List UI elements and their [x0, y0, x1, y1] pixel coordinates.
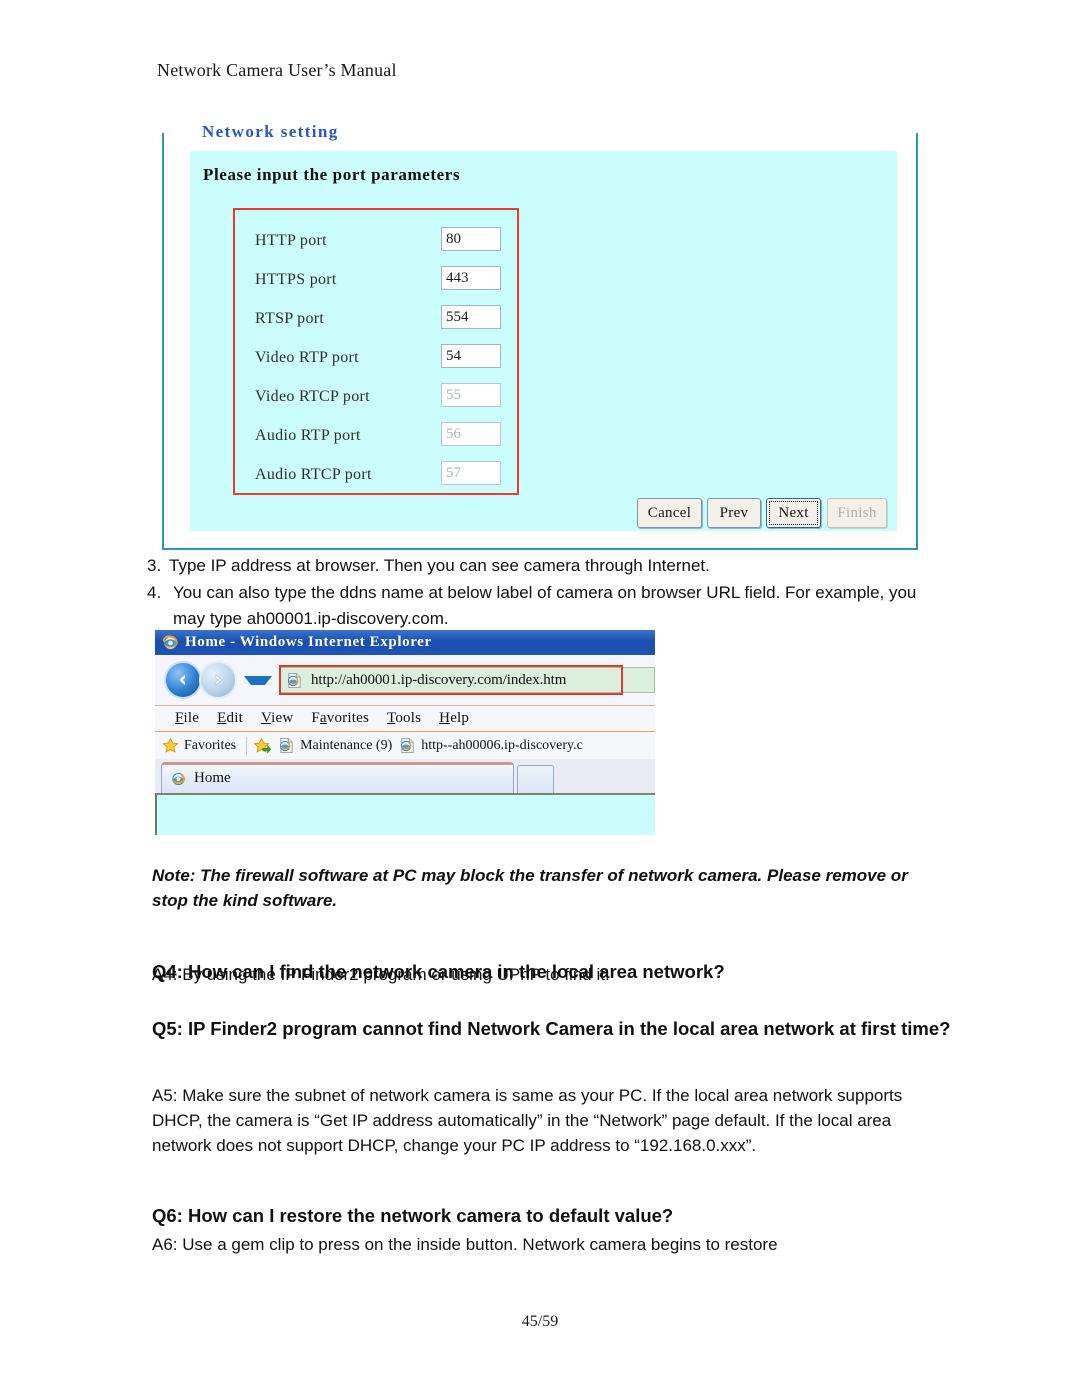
menu-item-tools[interactable]: Tools — [387, 710, 421, 727]
next-button[interactable]: Next — [766, 498, 821, 528]
step-3: 3. Type IP address at browser. Then you … — [147, 553, 947, 579]
favorites-item-ah00006[interactable]: http--ah00006.ip-discovery.c — [421, 738, 583, 754]
faq-question-q6: Q6: How can I restore the network camera… — [152, 1205, 674, 1226]
add-to-favorites-icon[interactable] — [253, 737, 272, 754]
favorites-separator — [246, 736, 248, 755]
video-rtp-port-input[interactable]: 54 — [441, 344, 501, 368]
step-3-number: 3. — [147, 556, 162, 575]
https-port-input[interactable]: 443 — [441, 266, 501, 290]
port-label-rtsp: RTSP port — [255, 310, 325, 327]
port-parameters-heading: Please input the port parameters — [203, 165, 461, 184]
favorites-star-icon[interactable] — [162, 737, 179, 754]
port-label-video-rtcp: Video RTCP port — [255, 388, 370, 405]
page-number: 45/59 — [521, 1313, 559, 1330]
ie-window-title: Home - Windows Internet Explorer — [185, 634, 432, 650]
rtsp-port-input[interactable]: 554 — [441, 305, 501, 329]
maintenance-folder-icon — [278, 737, 295, 754]
menu-item-file[interactable]: File — [175, 710, 199, 727]
faq-answer-a4: A4: By using the IP Finder2 program or u… — [152, 965, 610, 984]
step-3-text: Type IP address at browser. Then you can… — [169, 556, 710, 575]
ie-tab-bar: Home — [155, 759, 655, 793]
port-row-audio-rtcp: Audio RTCP port 57 — [235, 461, 517, 505]
firewall-note: Note: The firewall software at PC may bl… — [152, 866, 908, 910]
ie-title-bar: Home - Windows Internet Explorer — [155, 630, 655, 655]
menu-item-view[interactable]: View — [261, 710, 293, 727]
bookmark-page-icon — [399, 737, 416, 754]
port-label-video-rtp: Video RTP port — [255, 349, 359, 366]
audio-rtcp-port-input: 57 — [441, 461, 501, 485]
network-setting-legend: Network setting — [196, 122, 345, 142]
address-bar-url: http://ah00001.ip-discovery.com/index.ht… — [311, 671, 567, 688]
new-tab-button[interactable] — [517, 765, 554, 793]
menu-item-edit[interactable]: Edit — [217, 710, 243, 727]
tab-home[interactable]: Home — [161, 762, 514, 793]
prev-button[interactable]: Prev — [707, 498, 761, 528]
running-header: Network Camera User’s Manual — [157, 60, 397, 80]
ie-page-content-area — [155, 793, 655, 835]
step-4: 4. You can also type the ddns name at be… — [147, 580, 947, 632]
port-label-audio-rtp: Audio RTP port — [255, 427, 361, 444]
http-port-input[interactable]: 80 — [441, 227, 501, 251]
page-document-icon — [286, 672, 303, 689]
faq-question-q5: Q5: IP Finder2 program cannot find Netwo… — [152, 1018, 951, 1039]
recent-pages-chevron-down-icon[interactable] — [244, 675, 272, 685]
internet-explorer-icon — [161, 633, 180, 652]
finish-button: Finish — [827, 498, 887, 528]
tab-favicon-icon — [170, 770, 187, 787]
internet-explorer-window: Home - Windows Internet Explorer http://… — [155, 630, 655, 835]
audio-rtp-port-input: 56 — [441, 422, 501, 446]
faq-answer-a6: A6: Use a gem clip to press on the insid… — [152, 1235, 778, 1254]
address-bar[interactable]: http://ah00001.ip-discovery.com/index.ht… — [279, 665, 655, 695]
tab-home-label: Home — [194, 769, 231, 786]
dialog-button-row: Cancel Prev Next Finish — [637, 498, 887, 530]
ie-navigation-bar: http://ah00001.ip-discovery.com/index.ht… — [155, 655, 655, 705]
menu-item-help[interactable]: Help — [439, 710, 469, 727]
ie-favorites-bar: Favorites Maintenance (9) http--ah00006.… — [155, 731, 655, 759]
menu-item-favorites[interactable]: Favorites — [311, 710, 369, 727]
ie-menu-bar: File Edit View Favorites Tools Help — [155, 705, 655, 731]
cancel-button[interactable]: Cancel — [637, 498, 702, 528]
port-fields-highlight-box: HTTP port 80 HTTPS port 443 RTSP port 55… — [233, 208, 519, 495]
step-4-number: 4. — [147, 583, 162, 602]
favorites-label[interactable]: Favorites — [184, 738, 236, 754]
port-label-https: HTTPS port — [255, 271, 337, 288]
port-label-http: HTTP port — [255, 232, 327, 249]
faq-answer-a5: A5: Make sure the subnet of network came… — [152, 1086, 903, 1155]
instruction-steps: 3. Type IP address at browser. Then you … — [147, 553, 947, 633]
video-rtcp-port-input: 55 — [441, 383, 501, 407]
back-button-icon[interactable] — [164, 661, 202, 699]
forward-button-icon[interactable] — [199, 661, 237, 699]
port-label-audio-rtcp: Audio RTCP port — [255, 466, 372, 483]
favorites-item-maintenance[interactable]: Maintenance (9) — [300, 738, 392, 754]
step-4-text: You can also type the ddns name at below… — [173, 583, 917, 628]
